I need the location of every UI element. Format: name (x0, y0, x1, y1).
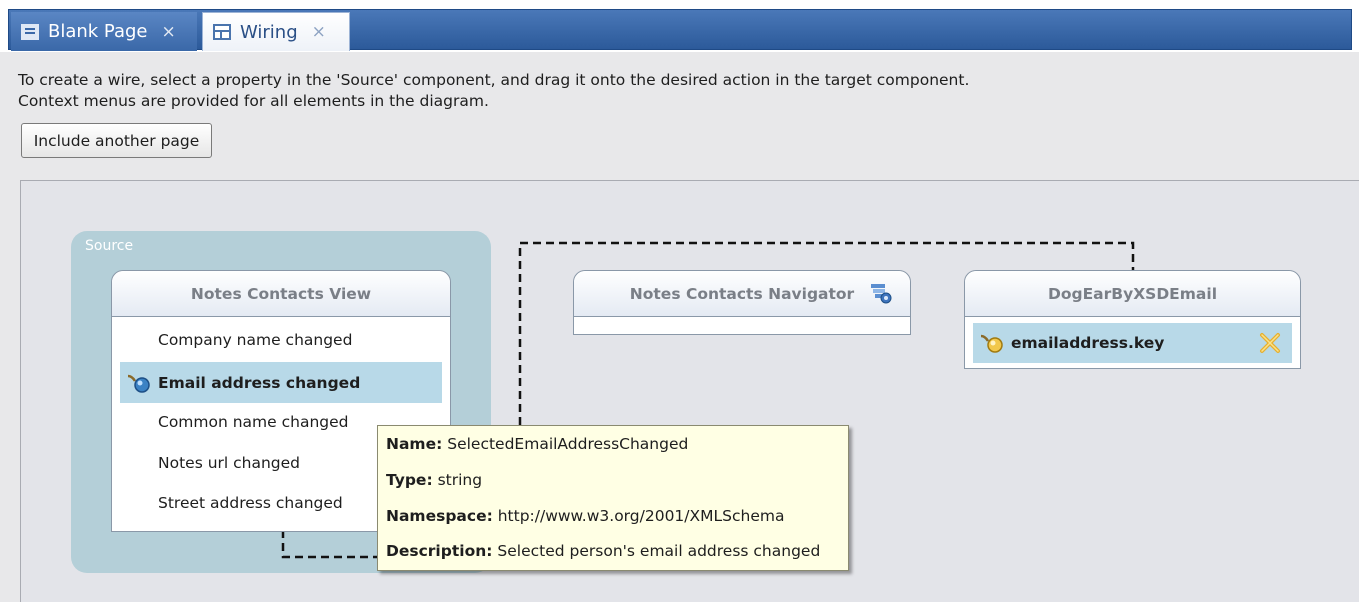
tooltip-type-row: Type: string (386, 471, 482, 489)
tab-label: Blank Page (48, 21, 148, 42)
tab-wiring[interactable]: Wiring × (202, 12, 350, 51)
property-tooltip: Name: SelectedEmailAddressChanged Type: … (377, 425, 849, 571)
instructions: To create a wire, select a property in t… (18, 70, 1118, 112)
tab-blank-page[interactable]: Blank Page × (11, 12, 197, 51)
close-icon[interactable]: × (312, 22, 326, 42)
tooltip-name-label: Name: (386, 435, 443, 453)
component-header[interactable]: Notes Contacts Navigator (574, 271, 910, 317)
tooltip-namespace-value: http://www.w3.org/2001/XMLSchema (497, 507, 785, 525)
tooltip-type-value: string (437, 471, 483, 489)
notes-contacts-navigator-component[interactable]: Notes Contacts Navigator (573, 270, 911, 335)
component-title[interactable]: DogEarByXSDEmail (965, 271, 1300, 317)
tab-label: Wiring (240, 21, 298, 43)
tooltip-type-label: Type: (386, 471, 433, 489)
remove-wire-icon[interactable] (1258, 331, 1282, 355)
event-notes-url-changed[interactable]: Notes url changed (158, 454, 300, 472)
source-group-label: Source (85, 238, 134, 254)
tooltip-description-row: Description: Selected person's email add… (386, 542, 820, 560)
component-title: Notes Contacts Navigator (629, 284, 855, 303)
tooltip-description-label: Description: (386, 542, 493, 560)
page-icon (21, 23, 39, 40)
tooltip-namespace-row: Namespace: http://www.w3.org/2001/XMLSch… (386, 507, 784, 525)
event-company-name-changed[interactable]: Company name changed (158, 331, 352, 349)
tooltip-description-value: Selected person's email address changed (497, 542, 821, 560)
plug-icon (980, 334, 1003, 353)
component-settings-icon[interactable] (870, 282, 892, 304)
tooltip-name-value: SelectedEmailAddressChanged (447, 435, 689, 453)
close-icon[interactable]: × (162, 22, 176, 42)
table-icon (213, 24, 231, 40)
plug-icon (127, 374, 150, 393)
action-label: emailaddress.key (1011, 334, 1165, 352)
instruction-line-1: To create a wire, select a property in t… (18, 71, 970, 89)
action-emailaddress-key[interactable]: emailaddress.key (973, 323, 1292, 363)
event-street-address-changed[interactable]: Street address changed (158, 494, 343, 512)
tab-strip: Blank Page × Wiring × (8, 9, 1352, 51)
include-another-page-button[interactable]: Include another page (21, 123, 212, 158)
event-label: Email address changed (158, 373, 361, 392)
instruction-line-2: Context menus are provided for all eleme… (18, 92, 489, 110)
dogearbyxsdemail-component[interactable]: DogEarByXSDEmail emailaddress.key (964, 270, 1301, 369)
tab-bar: Blank Page × Wiring × (0, 0, 1359, 52)
event-common-name-changed[interactable]: Common name changed (158, 413, 349, 431)
event-email-address-changed[interactable]: Email address changed (120, 362, 442, 403)
tooltip-namespace-label: Namespace: (386, 507, 493, 525)
tooltip-name-row: Name: SelectedEmailAddressChanged (386, 435, 688, 453)
component-title[interactable]: Notes Contacts View (112, 271, 450, 317)
